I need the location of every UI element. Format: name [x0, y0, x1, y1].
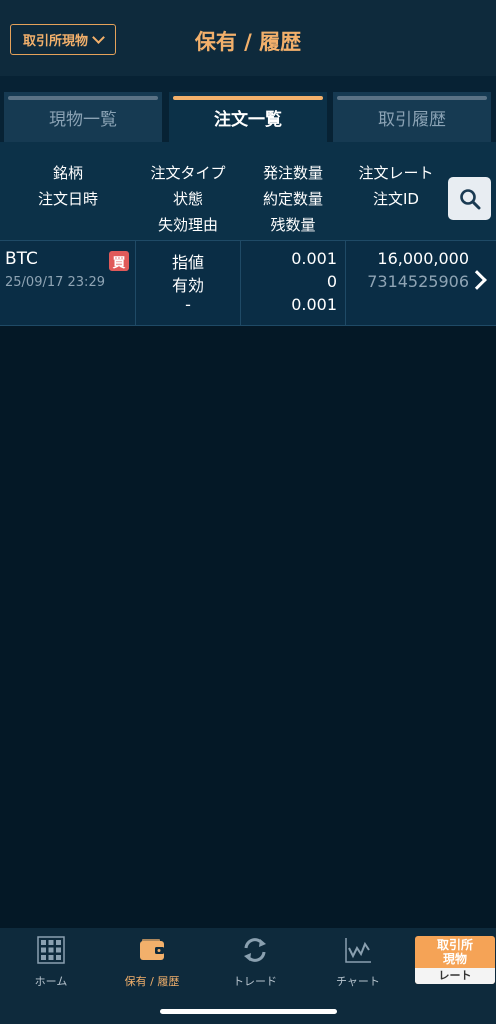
order-quantity: 0.001: [291, 249, 337, 268]
rate-button[interactable]: 取引所 現物 レート: [415, 936, 495, 984]
header-label: 注文レート: [358, 164, 434, 182]
nav-chart-label: チャート: [336, 975, 380, 988]
nav-trade-label: トレード: [233, 975, 277, 988]
header-label: 注文日時: [37, 190, 98, 208]
nav-trade[interactable]: トレード: [207, 936, 303, 989]
order-id: 7314525906: [367, 272, 469, 291]
order-datetime: 25/09/17 23:29: [5, 275, 105, 290]
column-header-rate: 注文レート 注文ID: [346, 160, 446, 212]
header-label: 注文ID: [373, 190, 419, 208]
cell-rate: 16,000,000 7314525906: [346, 241, 496, 325]
buy-badge: 買: [109, 251, 129, 271]
filled-quantity: 0: [326, 272, 337, 291]
app-header: 取引所現物 保有 / 履歴: [0, 0, 496, 76]
symbol: BTC: [5, 249, 38, 269]
header-label: 発注数量: [262, 164, 323, 182]
refresh-arrows-icon: [244, 938, 266, 962]
order-status: 有効: [171, 276, 204, 295]
column-header-quantity: 発注数量 約定数量 残数量: [240, 160, 346, 238]
search-button[interactable]: [448, 177, 491, 220]
rate-button-top: 取引所 現物: [415, 936, 495, 968]
tab-trade-history[interactable]: 取引履歴: [333, 92, 491, 142]
header-label: 状態: [172, 190, 203, 208]
nav-home-label: ホーム: [34, 975, 68, 988]
cell-quantity: 0.001 0 0.001: [241, 241, 346, 325]
order-type: 指値: [171, 253, 204, 272]
order-row[interactable]: BTC 買 25/09/17 23:29 指値 有効 - 0.001 0 0.0…: [0, 240, 496, 326]
search-icon: [459, 188, 480, 209]
page-title: 保有 / 履歴: [194, 30, 302, 54]
home-indicator[interactable]: [160, 1009, 337, 1014]
expire-reason: -: [185, 295, 191, 314]
rate-label-line1: 取引所: [436, 938, 473, 952]
header-label: 銘柄: [52, 164, 83, 182]
grid-icon: [37, 936, 65, 964]
chevron-right-icon[interactable]: [467, 270, 487, 290]
nav-holdings[interactable]: 保有 / 履歴: [104, 936, 200, 989]
nav-chart[interactable]: チャート: [310, 936, 406, 989]
chart-icon: [345, 938, 371, 963]
tab-spot-list[interactable]: 現物一覧: [4, 92, 162, 142]
column-header-type: 注文タイプ 状態 失効理由: [136, 160, 240, 238]
header-label: 失効理由: [157, 216, 218, 234]
rate-label-line2: 現物: [442, 952, 467, 966]
cell-type: 指値 有効 -: [136, 241, 241, 325]
nav-holdings-label: 保有 / 履歴: [124, 975, 180, 988]
remaining-quantity: 0.001: [291, 295, 337, 314]
nav-home[interactable]: ホーム: [3, 936, 99, 989]
column-header-symbol: 銘柄 注文日時: [20, 160, 116, 212]
order-rate: 16,000,000: [377, 249, 469, 268]
tab-bar: 現物一覧 注文一覧 取引履歴: [0, 76, 496, 142]
header-label: 注文タイプ: [150, 164, 226, 182]
wallet-icon: [140, 939, 164, 960]
column-header: 銘柄 注文日時 注文タイプ 状態 失効理由 発注数量 約定数量 残数量 注文レー…: [0, 142, 496, 242]
cell-symbol: BTC 買 25/09/17 23:29: [0, 241, 136, 325]
header-label: 残数量: [270, 216, 316, 234]
tab-order-list[interactable]: 注文一覧: [169, 92, 327, 142]
rate-label-bottom: レート: [415, 968, 495, 984]
header-label: 約定数量: [262, 190, 323, 208]
